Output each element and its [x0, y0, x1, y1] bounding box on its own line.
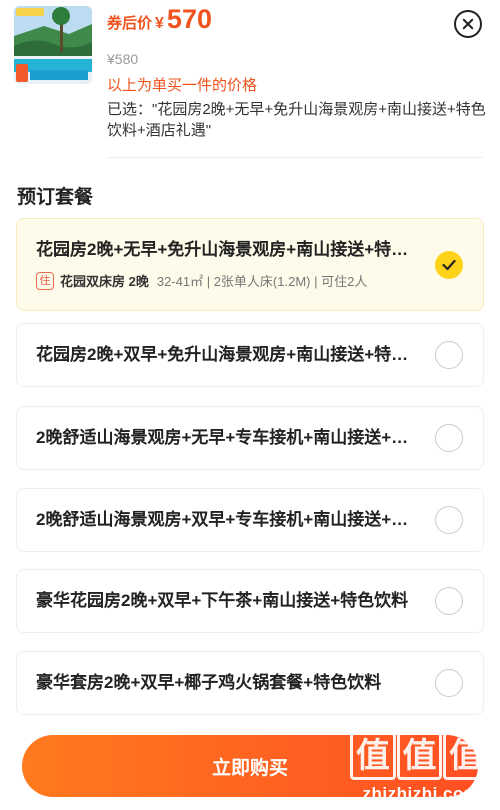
radio-icon[interactable]	[435, 424, 463, 452]
section-title: 预订套餐	[17, 187, 94, 208]
package-title: 2晚舒适山海景观房+无早+专车接机+南山接送+特色饮料	[36, 428, 421, 447]
package-option-4[interactable]: 2晚舒适山海景观房+双早+专车接机+南山接送+特色饮料	[16, 488, 484, 552]
selected-option-text: 已选："花园房2晚+无早+免升山海景观房+南山接送+特色饮料+酒店礼遇"	[107, 101, 486, 139]
radio-icon[interactable]	[435, 341, 463, 369]
package-option-1[interactable]: 花园房2晚+无早+免升山海景观房+南山接送+特色饮料+酒店礼遇 住 花园双床房 …	[16, 218, 484, 311]
price-row: 券后价 ¥ 570	[107, 4, 212, 35]
package-title: 花园房2晚+无早+免升山海景观房+南山接送+特色饮料+酒店礼遇	[36, 240, 421, 259]
package-title: 花园房2晚+双早+免升山海景观房+南山接送+特色饮料	[36, 345, 421, 364]
single-item-note: 以上为单买一件的价格	[107, 77, 258, 94]
product-thumbnail	[14, 6, 92, 84]
price-value: 570	[166, 4, 212, 34]
divider	[107, 157, 483, 158]
radio-icon[interactable]	[435, 587, 463, 615]
price-label: 券后价	[107, 15, 153, 32]
original-price: ¥580	[107, 51, 139, 67]
product-header: 券后价 ¥ 570 ¥580 以上为单买一件的价格 已选："花园房2晚+无早+免…	[0, 0, 500, 158]
stay-badge: 住	[36, 271, 54, 290]
package-title: 豪华套房2晚+双早+椰子鸡火锅套餐+特色饮料	[36, 673, 382, 692]
price-currency: ¥	[155, 15, 164, 32]
room-info: 32-41㎡ | 2张单人床(1.2M) | 可住2人	[156, 274, 368, 289]
package-option-5[interactable]: 豪华花园房2晚+双早+下午茶+南山接送+特色饮料	[16, 569, 484, 633]
package-option-6[interactable]: 豪华套房2晚+双早+椰子鸡火锅套餐+特色饮料	[16, 651, 484, 715]
package-title: 豪华花园房2晚+双早+下午茶+南山接送+特色饮料	[36, 591, 409, 610]
room-name: 花园双床房 2晚	[60, 274, 149, 289]
radio-icon[interactable]	[435, 669, 463, 697]
buy-now-button[interactable]: 立即购买	[22, 735, 478, 797]
package-option-3[interactable]: 2晚舒适山海景观房+无早+专车接机+南山接送+特色饮料	[16, 406, 484, 470]
close-icon[interactable]	[454, 10, 482, 38]
package-title: 2晚舒适山海景观房+双早+专车接机+南山接送+特色饮料	[36, 510, 421, 529]
check-icon[interactable]	[435, 251, 463, 279]
package-option-2[interactable]: 花园房2晚+双早+免升山海景观房+南山接送+特色饮料	[16, 323, 484, 387]
package-room-detail: 住 花园双床房 2晚 32-41㎡ | 2张单人床(1.2M) | 可住2人	[36, 271, 411, 290]
radio-icon[interactable]	[435, 506, 463, 534]
